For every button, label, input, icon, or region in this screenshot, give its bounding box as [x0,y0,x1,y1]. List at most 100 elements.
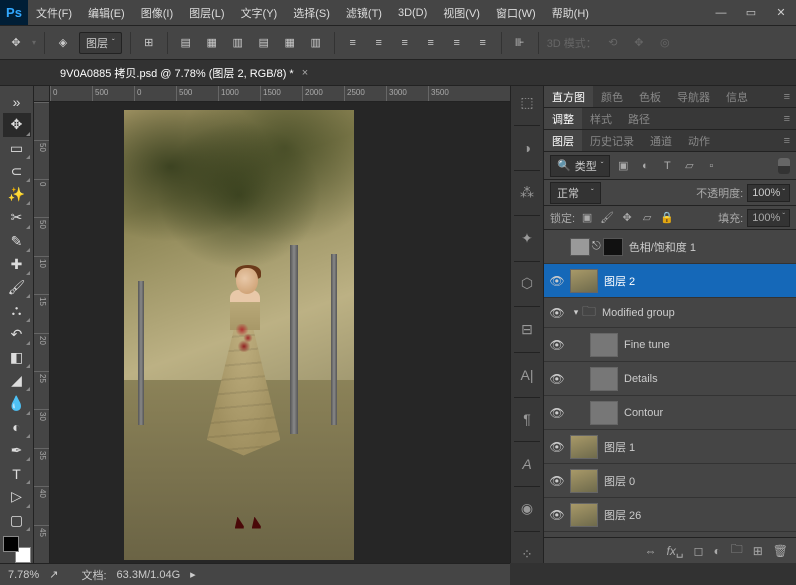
filter-adjustment-icon[interactable]: ◐ [636,157,654,175]
layer-row[interactable]: 👁Contour [544,396,796,430]
visibility-toggle[interactable]: 👁 [544,338,570,352]
marquee-tool[interactable]: ▭ [3,137,31,160]
layer-name[interactable]: Details [624,373,790,385]
filter-smart-icon[interactable]: ▫ [702,157,720,175]
dock-histogram-icon[interactable]: ⬚ [516,94,538,111]
crop-tool[interactable]: ✂ [3,206,31,229]
move-tool[interactable]: ✥ [3,113,31,136]
panel-tab-样式[interactable]: 样式 [582,108,620,129]
close-tab-icon[interactable]: × [302,67,308,79]
menu-3[interactable]: 图层(L) [181,0,232,25]
healing-brush-tool[interactable]: ✚ [3,253,31,276]
distribute-2-icon[interactable]: ≡ [369,33,389,53]
layer-row[interactable]: 👁 Fine tune [544,328,796,362]
panel-menu-icon[interactable]: ≡ [778,113,796,125]
canvas-area[interactable]: 05000500100015002000250030003500 5005010… [34,86,510,563]
panel-menu-icon[interactable]: ≡ [778,135,796,147]
layer-thumbnail[interactable] [590,333,618,357]
visibility-toggle[interactable]: 👁 [544,440,570,454]
ruler-origin[interactable] [34,86,50,102]
panel-tab-通道[interactable]: 通道 [642,130,680,151]
eraser-tool[interactable]: ◧ [3,346,31,369]
layer-thumbnail[interactable] [570,269,598,293]
panel-tab-调整[interactable]: 调整 [544,108,582,129]
foreground-color[interactable] [3,536,19,552]
visibility-toggle[interactable]: 👁 [544,306,570,320]
layer-thumbnail[interactable] [590,401,618,425]
menu-9[interactable]: 窗口(W) [488,0,544,25]
filter-type-icon[interactable]: T [658,157,676,175]
pen-tool[interactable]: ✒ [3,439,31,462]
layer-thumbnail[interactable] [590,367,618,391]
menu-4[interactable]: 文字(Y) [233,0,286,25]
layer-thumbnail[interactable] [570,435,598,459]
layer-fx-icon[interactable]: fx␣ [667,544,684,558]
mode3d-orbit-icon[interactable]: ⟲ [603,33,623,53]
dock-fx-icon[interactable]: ✦ [516,230,538,247]
blend-mode-dropdown[interactable]: 正常ˇ [550,182,601,204]
layer-thumbnail[interactable] [570,503,598,527]
align-center-v-icon[interactable]: ▦ [280,33,300,53]
new-adjustment-icon[interactable]: ◐ [713,544,720,558]
distribute-3-icon[interactable]: ≡ [395,33,415,53]
layer-row[interactable]: 👁▾🗀Modified group [544,298,796,328]
layer-row[interactable]: 👁图层 0 [544,464,796,498]
align-center-h-icon[interactable]: ▦ [202,33,222,53]
opacity-input[interactable]: 100%ˇ [747,184,790,202]
clone-stamp-tool[interactable]: ⛬ [3,299,31,322]
visibility-toggle[interactable]: 👁 [544,372,570,386]
lock-transparency-icon[interactable]: ▣ [579,211,595,224]
ruler-vertical[interactable]: 500501015202530354045 [34,102,50,563]
dock-3d-icon[interactable]: ⬡ [516,275,538,292]
menu-6[interactable]: 滤镜(T) [338,0,390,25]
distribute-5-icon[interactable]: ≡ [447,33,467,53]
type-tool[interactable]: T [3,462,31,485]
layer-name[interactable]: Fine tune [624,339,790,351]
distribute-1-icon[interactable]: ≡ [343,33,363,53]
layer-name[interactable]: 图层 26 [604,507,790,523]
filter-toggle[interactable] [778,158,790,174]
layer-row[interactable]: 👁图层 2 [544,264,796,298]
menu-10[interactable]: 帮助(H) [544,0,597,25]
ruler-horizontal[interactable]: 05000500100015002000250030003500 [50,86,510,102]
panel-tab-颜色[interactable]: 颜色 [593,86,631,107]
visibility-toggle[interactable]: 👁 [544,508,570,522]
layer-name[interactable]: 色相/饱和度 1 [629,239,790,255]
transform-controls-icon[interactable]: ⊞ [139,33,159,53]
layer-row[interactable]: 👁 Details [544,362,796,396]
panel-tab-历史记录[interactable]: 历史记录 [582,130,642,151]
history-brush-tool[interactable]: ↶ [3,323,31,346]
layer-row[interactable]: 👁 图层 26 [544,498,796,532]
eyedropper-tool[interactable]: ✎ [3,230,31,253]
dock-adjustments-icon[interactable]: ◑ [516,140,538,156]
dock-character-icon[interactable]: A| [516,367,538,383]
mode3d-slide-icon[interactable]: ◎ [655,33,675,53]
menu-0[interactable]: 文件(F) [28,0,80,25]
align-left-icon[interactable]: ▤ [176,33,196,53]
dodge-tool[interactable]: ◐ [3,416,31,439]
menu-7[interactable]: 3D(D) [390,0,435,25]
visibility-toggle[interactable]: 👁 [544,474,570,488]
menu-8[interactable]: 视图(V) [435,0,488,25]
layer-filter-type-dropdown[interactable]: 🔍类型ˇ [550,155,610,177]
lock-position-icon[interactable]: ✥ [619,211,635,224]
align-bottom-icon[interactable]: ▥ [306,33,326,53]
panel-menu-icon[interactable]: ≡ [778,91,796,103]
layer-mask-icon[interactable]: ◻ [693,544,703,558]
panel-tab-直方图[interactable]: 直方图 [544,86,593,107]
layer-row[interactable]: 👁图层 1 [544,430,796,464]
panel-tab-色板[interactable]: 色板 [631,86,669,107]
lock-pixels-icon[interactable]: 🖌 [599,211,615,224]
blur-tool[interactable]: 💧 [3,392,31,415]
expand-toolbox-icon[interactable]: » [3,90,31,113]
layer-name[interactable]: Modified group [602,307,790,319]
mode3d-pan-icon[interactable]: ✥ [629,33,649,53]
maximize-button[interactable]: ▭ [736,0,766,26]
visibility-toggle[interactable]: 👁 [544,406,570,420]
distribute-6-icon[interactable]: ≡ [473,33,493,53]
layer-row[interactable]: ⎋色相/饱和度 1 [544,230,796,264]
layer-thumbnail[interactable] [570,469,598,493]
dock-paragraph-icon[interactable]: ¶ [516,411,538,427]
move-tool-icon[interactable]: ✥ [6,33,26,53]
color-swatches[interactable] [3,536,31,563]
